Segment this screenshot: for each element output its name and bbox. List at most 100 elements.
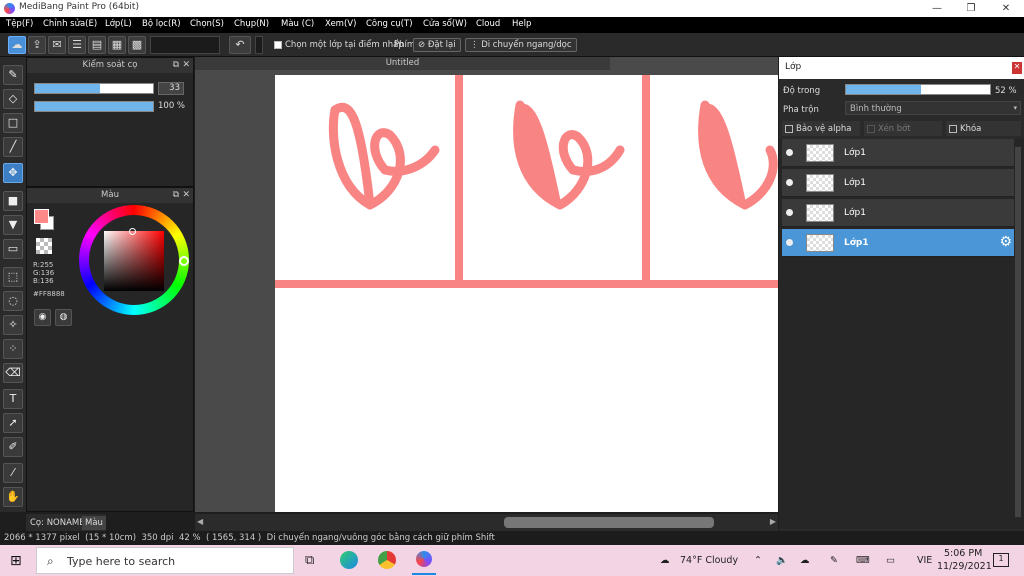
lasso-icon[interactable]: ◌ xyxy=(3,291,23,311)
select-layer-checkbox[interactable] xyxy=(274,40,282,49)
palette-icon[interactable]: ◉ xyxy=(34,309,51,326)
menu-layer[interactable]: Lớp(L) xyxy=(105,19,132,29)
menu-filter[interactable]: Bộ lọc(R) xyxy=(142,19,181,29)
close-button[interactable]: ✕ xyxy=(989,0,1023,17)
gradient-tool-icon[interactable]: ▭ xyxy=(3,239,23,259)
clipping-option[interactable]: Xén bớt xyxy=(864,121,942,136)
scroll-right-icon[interactable]: ▶ xyxy=(770,517,776,526)
eyedropper-icon[interactable]: ⁄ xyxy=(3,463,23,483)
panel-close-icon[interactable]: ✕ xyxy=(182,188,190,203)
layer-row[interactable]: Lớp1 xyxy=(782,139,1014,167)
edge-browser-icon[interactable] xyxy=(340,551,358,569)
move-tool-icon[interactable]: ✥ xyxy=(3,163,23,183)
clipping-checkbox[interactable] xyxy=(867,124,875,133)
magic-wand-icon[interactable]: ✧ xyxy=(3,315,23,335)
menu-help[interactable]: Help xyxy=(512,19,531,29)
cloud-icon[interactable]: ☁ xyxy=(8,36,26,54)
menu-file[interactable]: Tệp(F) xyxy=(6,19,33,29)
scrollbar-thumb[interactable] xyxy=(504,517,714,528)
horizontal-scrollbar[interactable]: ◀ ▶ xyxy=(195,514,778,531)
menu-tools[interactable]: Công cụ(T) xyxy=(366,19,413,29)
notification-icon[interactable]: 1 xyxy=(993,553,1009,567)
popout-icon[interactable]: ⧉ xyxy=(173,188,179,203)
weather-text[interactable]: 74°F Cloudy xyxy=(680,555,738,566)
color-tab[interactable]: Màu xyxy=(82,516,106,530)
protect-alpha-option[interactable]: Bảo vệ alpha xyxy=(782,121,860,136)
protect-alpha-checkbox[interactable] xyxy=(785,124,793,133)
reset-button[interactable]: ⊘ Đặt lại xyxy=(413,38,461,52)
select-layer-option[interactable]: Chọn một lớp tại điểm nhấp xyxy=(274,40,404,50)
chrome-icon[interactable] xyxy=(378,551,396,569)
menu-cloud[interactable]: Cloud xyxy=(476,19,500,29)
visibility-icon[interactable] xyxy=(786,149,793,156)
taskbar-search[interactable]: ⌕ Type here to search xyxy=(36,547,294,574)
transparent-swatch[interactable] xyxy=(36,238,52,254)
palette-settings-icon[interactable]: ◍ xyxy=(55,309,72,326)
keyboard-icon[interactable]: ⌨ xyxy=(856,555,870,566)
share-icon[interactable]: ⇪ xyxy=(28,36,46,54)
volume-icon[interactable]: 🔈 xyxy=(776,555,788,566)
menu-color[interactable]: Màu (C) xyxy=(281,19,314,29)
language-indicator[interactable]: VIE xyxy=(917,555,932,566)
move-hv-button[interactable]: ⋮ Di chuyển ngang/dọc xyxy=(465,38,577,52)
page-icon[interactable]: ▤ xyxy=(88,36,106,54)
windows-start-icon[interactable]: ⊞ xyxy=(10,553,22,569)
drawing-canvas[interactable] xyxy=(275,75,778,512)
brush-size-value[interactable]: 33 xyxy=(158,82,184,95)
grid-icon[interactable]: ▩ xyxy=(128,36,146,54)
menu-view[interactable]: Xem(V) xyxy=(325,19,356,29)
comment-icon[interactable]: ✉ xyxy=(48,36,66,54)
lock-checkbox[interactable] xyxy=(949,124,957,133)
brush-tool-icon[interactable]: ✎ xyxy=(3,65,23,85)
undo-icon[interactable]: ↶ xyxy=(229,36,251,54)
visibility-icon[interactable] xyxy=(786,239,793,246)
maximize-button[interactable]: ❐ xyxy=(954,0,988,17)
onedrive-icon[interactable]: ☁ xyxy=(800,555,810,566)
brush-size-slider[interactable] xyxy=(34,83,154,94)
visibility-icon[interactable] xyxy=(786,179,793,186)
layers-scrollbar[interactable] xyxy=(1015,147,1021,517)
layer-opacity-slider[interactable] xyxy=(845,84,991,95)
menu-capture[interactable]: Chụp(N) xyxy=(234,19,269,29)
brush-opacity-slider[interactable] xyxy=(34,101,154,112)
layer-row-selected[interactable]: Lớp1 ⚙ xyxy=(782,229,1014,257)
menu-select[interactable]: Chọn(S) xyxy=(190,19,224,29)
medibang-taskbar-icon[interactable] xyxy=(416,551,432,567)
gear-icon[interactable]: ⚙ xyxy=(999,234,1012,250)
layer-row[interactable]: Lớp1 xyxy=(782,169,1014,197)
panel-close-icon[interactable]: ✕ xyxy=(182,58,190,73)
layers-close-icon[interactable]: ✕ xyxy=(1012,62,1022,74)
clock-time[interactable]: 5:06 PM xyxy=(944,548,982,559)
clock-date[interactable]: 11/29/2021 xyxy=(937,561,992,572)
rectangle-tool-icon[interactable]: □ xyxy=(3,113,23,133)
text-tool-icon[interactable]: T xyxy=(3,389,23,409)
task-view-icon[interactable]: ⧉ xyxy=(305,553,314,568)
fill-shape-tool-icon[interactable]: ■ xyxy=(3,191,23,211)
popout-icon[interactable]: ⧉ xyxy=(173,58,179,73)
saturation-value-square[interactable] xyxy=(104,231,164,291)
hue-picker-marker[interactable] xyxy=(179,256,189,266)
brush-tab[interactable]: Cọ: NONAME xyxy=(30,518,85,528)
sv-picker-marker[interactable] xyxy=(129,228,136,235)
divide-tool-icon[interactable]: ✐ xyxy=(3,437,23,457)
line-tool-icon[interactable]: ╱ xyxy=(3,137,23,157)
foreground-color-swatch[interactable] xyxy=(34,209,49,224)
bucket-tool-icon[interactable]: ▼ xyxy=(3,215,23,235)
select-pen-icon[interactable]: ⁘ xyxy=(3,339,23,359)
chevron-up-icon[interactable]: ⌃ xyxy=(754,555,762,566)
lock-option[interactable]: Khóa xyxy=(946,121,1021,136)
layer-row[interactable]: Lớp1 xyxy=(782,199,1014,227)
eraser-tool-icon[interactable]: ◇ xyxy=(3,89,23,109)
scroll-left-icon[interactable]: ◀ xyxy=(197,517,203,526)
menu-window[interactable]: Cửa sổ(W) xyxy=(423,19,467,29)
pen-icon[interactable]: ✎ xyxy=(830,555,838,566)
panel-icon[interactable]: ▦ xyxy=(108,36,126,54)
menu-edit[interactable]: Chỉnh sửa(E) xyxy=(43,19,97,29)
blend-mode-select[interactable]: Bình thường ▾ xyxy=(845,101,1021,115)
select-rect-icon[interactable]: ⬚ xyxy=(3,267,23,287)
document-tab[interactable]: Untitled xyxy=(195,57,610,70)
chat-icon[interactable]: ☰ xyxy=(68,36,86,54)
display-icon[interactable]: ▭ xyxy=(886,555,895,566)
select-eraser-icon[interactable]: ⌫ xyxy=(3,363,23,383)
hand-tool-icon[interactable]: ✋ xyxy=(3,487,23,507)
